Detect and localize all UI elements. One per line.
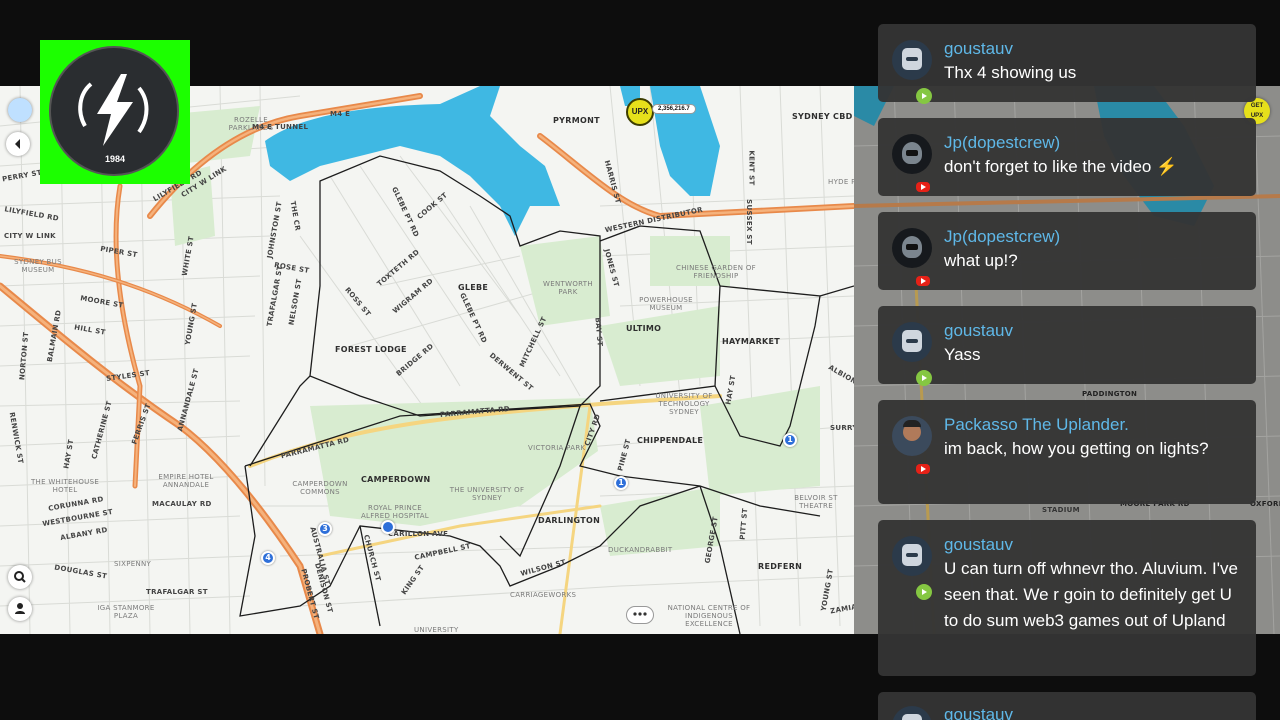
property-marker[interactable]: 1 bbox=[783, 433, 797, 447]
map-label-m4-tunnel: M4 E TUNNEL bbox=[252, 123, 309, 131]
map-label-camperdown: CAMPERDOWN bbox=[361, 475, 431, 484]
map-label-carillon-ave: CARILLON AVE bbox=[388, 530, 449, 538]
map-label-macaulay-rd: MACAULAY RD bbox=[152, 500, 212, 508]
mask-avatar bbox=[892, 134, 932, 174]
robot-avatar bbox=[892, 536, 932, 576]
map-label-sydney-cbd: SYDNEY CBD bbox=[792, 112, 853, 121]
map-label-camperdown-commons: CAMPERDOWN COMMONS bbox=[292, 480, 348, 496]
chat-username: goustauv bbox=[944, 535, 1013, 554]
back-button[interactable] bbox=[6, 132, 30, 156]
chat-message: goustauv Yass bbox=[878, 306, 1256, 386]
map-label-whitehouse-hotel: THE WHITEHOUSE HOTEL bbox=[30, 478, 100, 494]
map-label-indigenous-centre: NATIONAL CENTRE OF INDIGENOUS EXCELLENCE bbox=[667, 604, 751, 628]
rumble-icon bbox=[916, 88, 932, 104]
property-marker[interactable]: 1 bbox=[614, 476, 628, 490]
chat-text: don't forget to like the video ⚡ bbox=[944, 157, 1178, 176]
person-icon bbox=[15, 603, 25, 614]
chat-text: Yass bbox=[944, 345, 981, 364]
chat-message: goustauv Thx 4 showing us bbox=[878, 24, 1256, 104]
rumble-icon bbox=[916, 370, 932, 386]
robot-avatar bbox=[892, 40, 932, 80]
chat-text: U can turn off whnevr tho. Aluvium. I've… bbox=[944, 559, 1238, 630]
search-map-button[interactable] bbox=[8, 565, 32, 589]
map-label-hyde-park: HYDE PARK bbox=[828, 178, 854, 186]
map-label-belvoir: BELVOIR ST THEATRE bbox=[794, 494, 838, 510]
mask-avatar bbox=[892, 228, 932, 268]
map-label-haymarket: HAYMARKET bbox=[722, 337, 781, 346]
robot-avatar bbox=[892, 322, 932, 362]
map-label-rpa-hospital: ROYAL PRINCE ALFRED HOSPITAL bbox=[360, 504, 430, 520]
map-label-city-w-link-2: CITY W LINK bbox=[4, 232, 56, 240]
chevron-left-icon bbox=[15, 139, 20, 149]
map-label-ultimo: ULTIMO bbox=[626, 324, 662, 333]
chat-text: what up!? bbox=[944, 251, 1018, 270]
logo-year: 1984 bbox=[104, 154, 126, 164]
chat-message: goustauv U can turn off whnevr tho. Aluv… bbox=[878, 520, 1256, 676]
chat-username: goustauv bbox=[944, 705, 1013, 720]
map-label-pyrmont: PYRMONT bbox=[553, 116, 600, 125]
map-label-carriageworks: CARRIAGEWORKS bbox=[510, 591, 577, 599]
chat-username: Jp(dopestcrew) bbox=[944, 227, 1061, 246]
rumble-icon bbox=[916, 584, 932, 600]
chat-username: goustauv bbox=[944, 321, 1013, 340]
person-avatar bbox=[892, 416, 932, 456]
robot-avatar bbox=[892, 706, 932, 720]
map-label-university: UNIVERSITY bbox=[414, 626, 459, 634]
youtube-icon bbox=[916, 182, 930, 192]
map-label-redfern: REDFERN bbox=[758, 562, 803, 571]
player-location-marker[interactable] bbox=[381, 520, 395, 534]
map-label-sixpenny: SIXPENNY bbox=[114, 560, 152, 568]
map-label-chippendale: CHIPPENDALE bbox=[637, 436, 704, 445]
map-label-surry-hills: SURRY HILLS bbox=[830, 424, 854, 432]
map-label-empire-hotel: EMPIRE HOTEL ANNANDALE bbox=[158, 473, 214, 489]
ellipsis-icon bbox=[633, 612, 647, 616]
chat-overlay: goustauv Thx 4 showing us Jp(dopestcrew)… bbox=[878, 0, 1256, 720]
chat-message: goustauv bbox=[878, 692, 1256, 720]
map-label-victoria-park: VICTORIA PARK bbox=[528, 444, 586, 452]
map-label-m4e: M4 E bbox=[330, 110, 351, 118]
profile-map-button[interactable] bbox=[8, 597, 32, 621]
property-marker[interactable]: 4 bbox=[261, 551, 275, 565]
youtube-icon bbox=[916, 464, 930, 474]
map-label-bus-museum: SYDNEY BUS MUSEUM bbox=[14, 258, 62, 274]
upx-balance-value: 2,356,216.7 bbox=[652, 104, 696, 114]
property-marker[interactable]: 3 bbox=[318, 522, 332, 536]
chat-message: Jp(dopestcrew) don't forget to like the … bbox=[878, 118, 1256, 196]
map-label-chinese-garden: CHINESE GARDEN OF FRIENDSHIP bbox=[676, 264, 756, 280]
channel-logo: 1984 bbox=[40, 40, 190, 184]
map-label-darlington: DARLINGTON bbox=[538, 516, 601, 525]
chat-message: Packasso The Uplander. im back, how you … bbox=[878, 400, 1256, 504]
more-options-button[interactable] bbox=[626, 606, 654, 624]
map-label-uni-sydney: THE UNIVERSITY OF SYDNEY bbox=[449, 486, 525, 502]
map-label-iga-plaza: IGA STANMORE PLAZA bbox=[97, 604, 155, 620]
map-label-wentworth-park: WENTWORTH PARK bbox=[543, 280, 593, 296]
chat-username: Packasso The Uplander. bbox=[944, 415, 1129, 434]
chat-message: Jp(dopestcrew) what up!? bbox=[878, 212, 1256, 290]
stream-frame: PYRMONT SYDNEY CBD GLEBE ULTIMO HAYMARKE… bbox=[0, 0, 1280, 720]
map-label-duckandrabbit: DUCKANDRABBIT bbox=[608, 546, 673, 554]
map-label-sussex-st: SUSSEX ST bbox=[744, 199, 753, 245]
player-avatar[interactable] bbox=[8, 98, 32, 122]
map-label-forest-lodge: FOREST LODGE bbox=[335, 345, 407, 354]
map-label-uts: UNIVERSITY OF TECHNOLOGY SYDNEY bbox=[655, 392, 713, 416]
youtube-icon bbox=[916, 276, 930, 286]
map-label-powerhouse: POWERHOUSE MUSEUM bbox=[639, 296, 693, 312]
upx-balance-icon[interactable]: UPX bbox=[626, 98, 654, 126]
chat-username: goustauv bbox=[944, 39, 1013, 58]
map-label-glebe: GLEBE bbox=[458, 283, 489, 292]
search-icon bbox=[14, 571, 26, 583]
map-label-trafalgar-st-2: TRAFALGAR ST bbox=[146, 588, 208, 596]
chat-username: Jp(dopestcrew) bbox=[944, 133, 1061, 152]
chat-text: Thx 4 showing us bbox=[944, 63, 1077, 82]
chat-text: im back, how you getting on lights? bbox=[944, 439, 1209, 458]
map-label-kent-st: KENT ST bbox=[747, 150, 756, 186]
